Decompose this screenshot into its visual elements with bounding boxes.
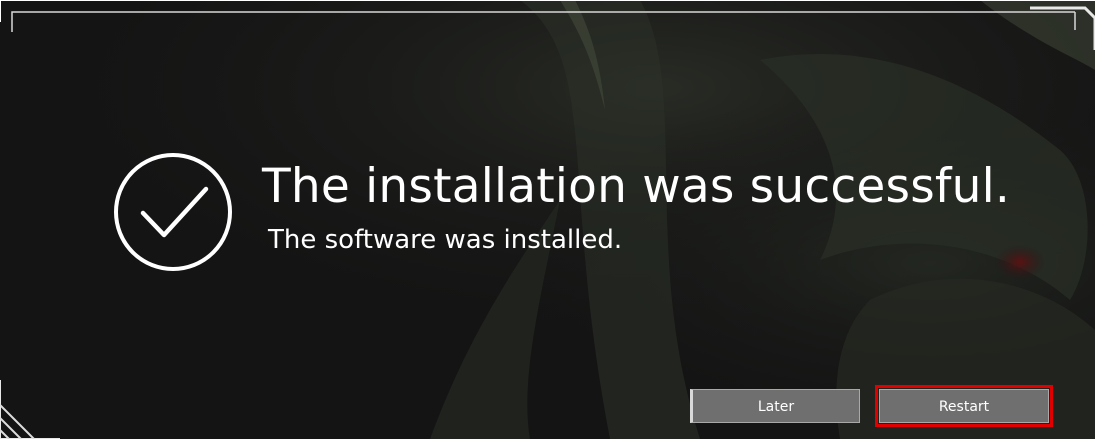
installer-dialog: The installation was successful. The sof… xyxy=(0,0,1095,439)
dialog-title: The installation was successful. xyxy=(262,159,1011,214)
check-circle-icon xyxy=(114,153,232,271)
restart-button[interactable]: Restart xyxy=(875,385,1053,427)
later-button[interactable]: Later xyxy=(690,389,860,423)
dialog-subtitle: The software was installed. xyxy=(268,225,623,255)
